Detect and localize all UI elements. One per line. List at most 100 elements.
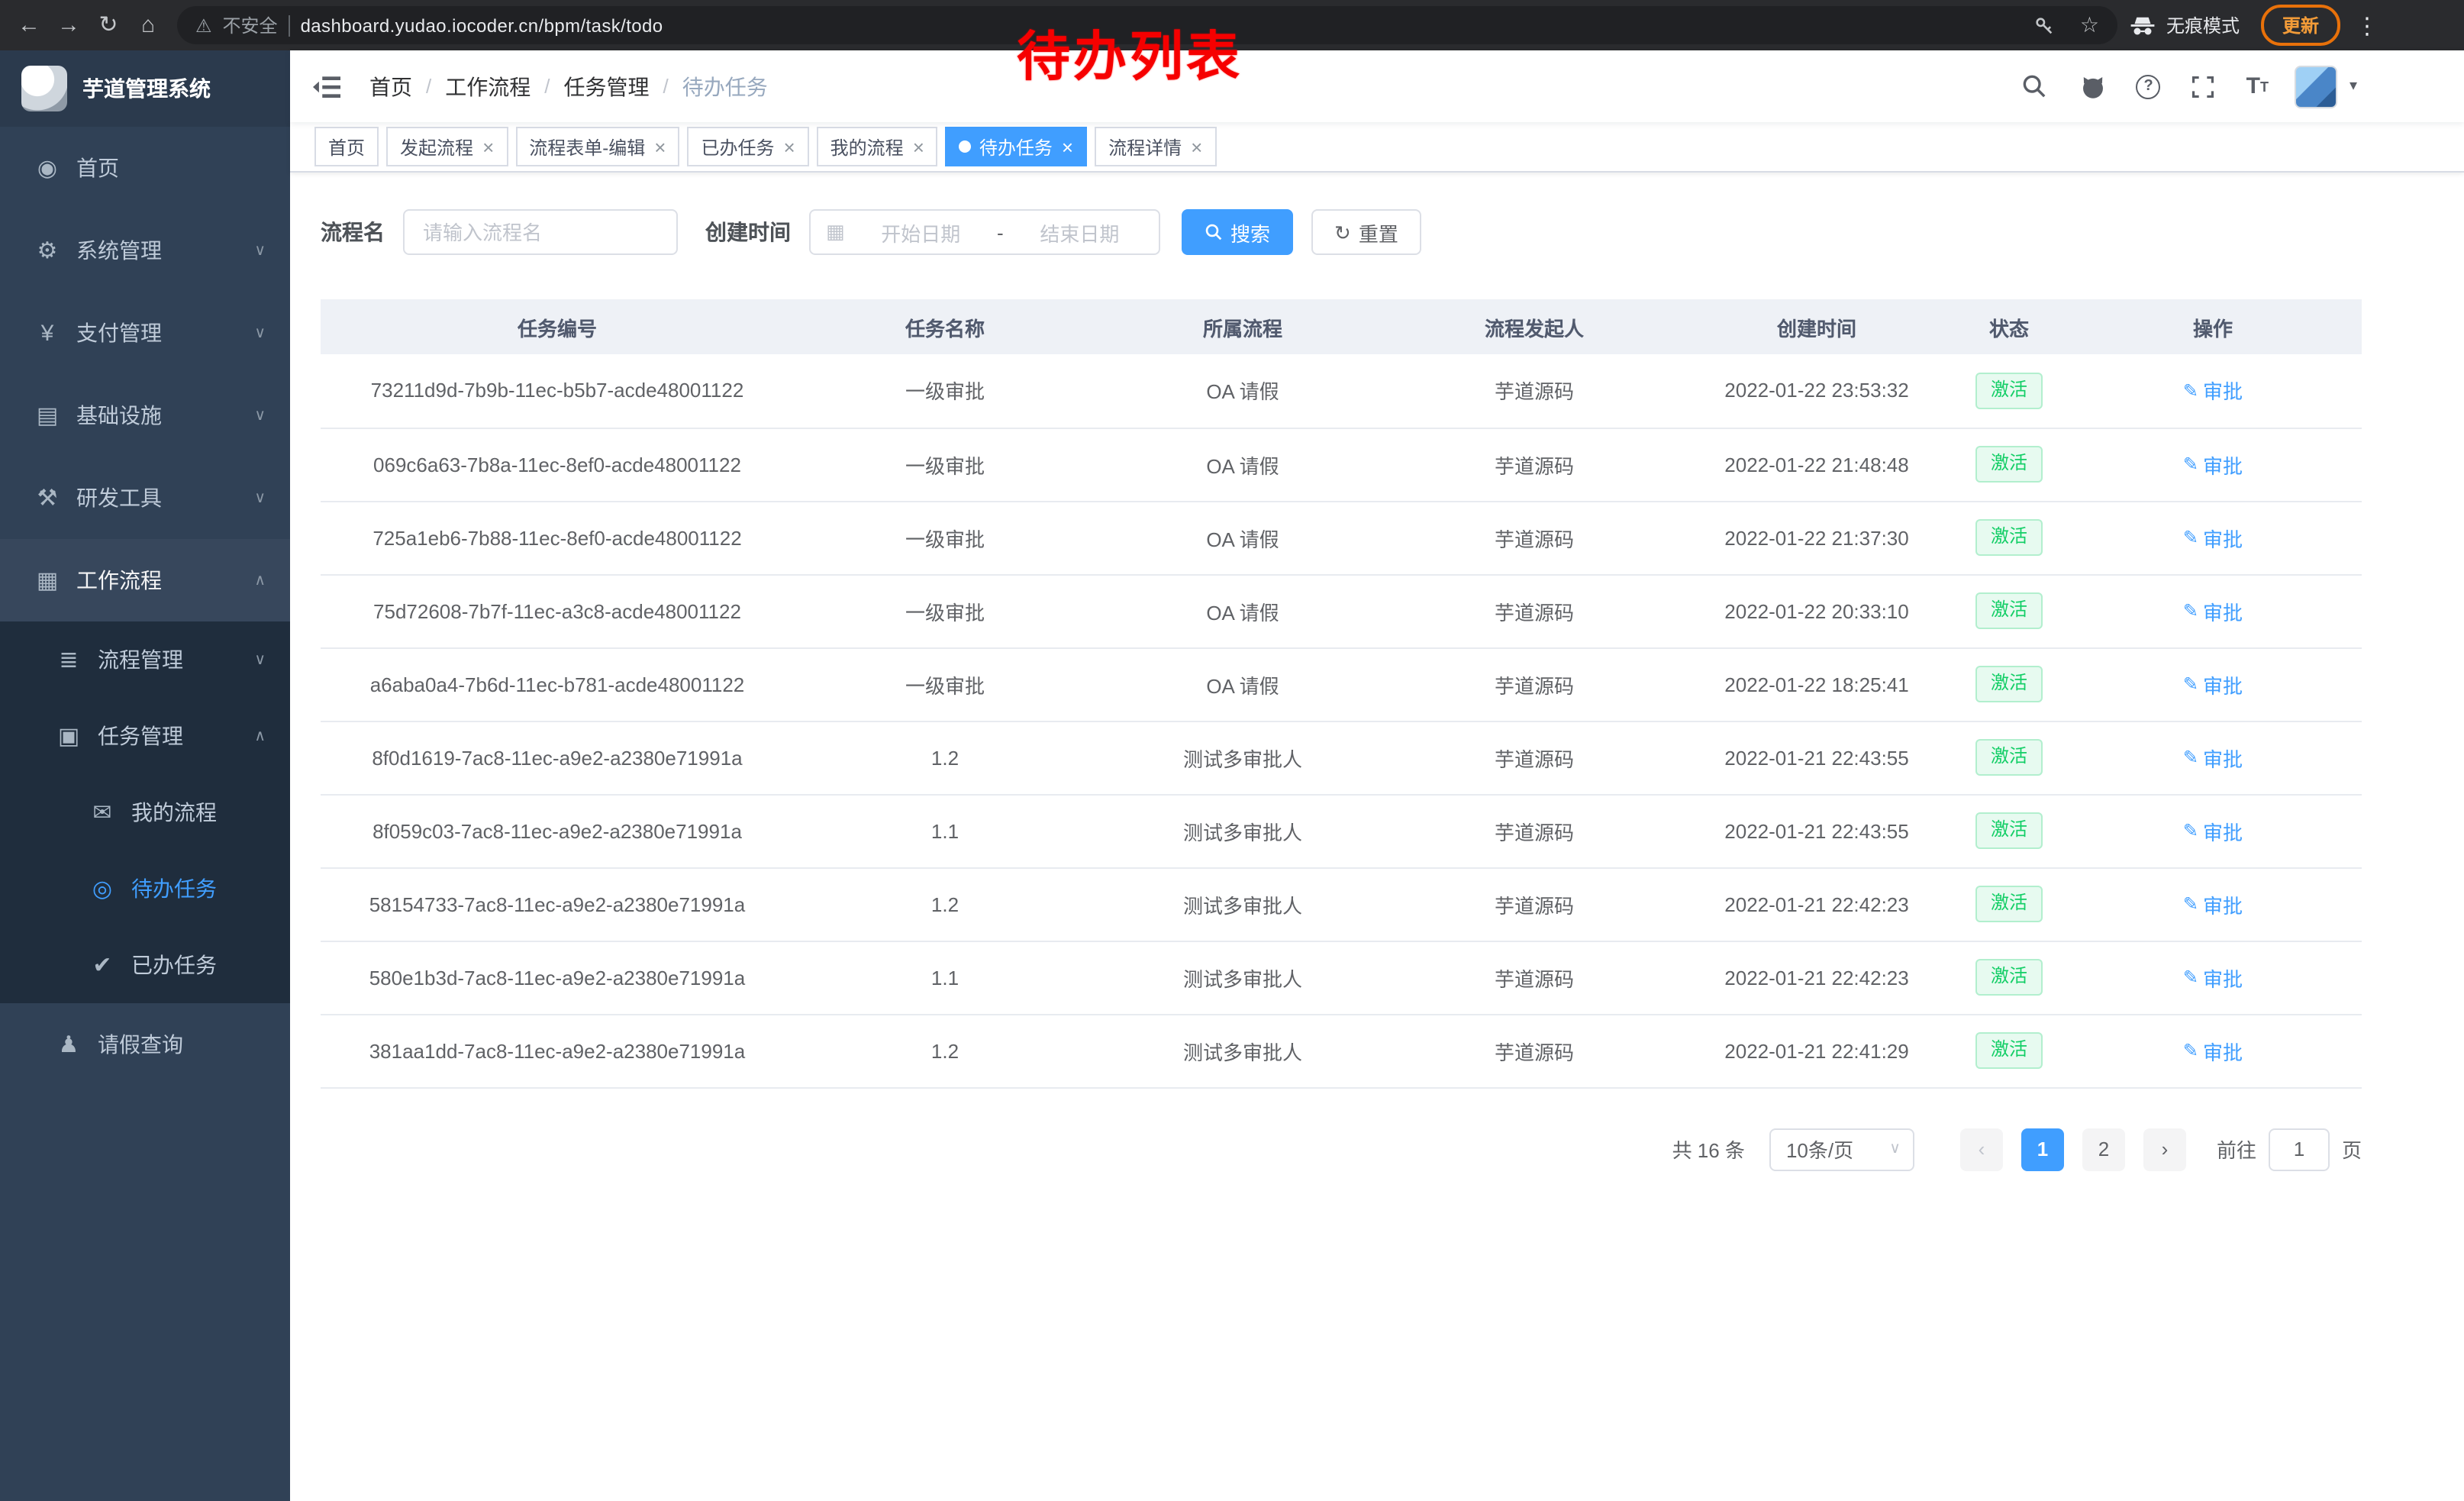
approve-link[interactable]: ✎ 审批 [2183, 596, 2243, 625]
cell-actions: ✎ 审批 [2064, 721, 2362, 794]
sidebar-item-workflow[interactable]: ▦ 工作流程 ∧ [0, 539, 290, 621]
reload-button[interactable]: ↻ [89, 5, 128, 45]
cell-actions: ✎ 审批 [2064, 354, 2362, 428]
date-range-picker[interactable]: ▦ 开始日期 - 结束日期 [809, 209, 1160, 255]
sidebar-item-payment-management[interactable]: ¥ 支付管理 ∨ [0, 292, 290, 374]
update-button[interactable]: 更新 [2261, 5, 2340, 46]
search-icon[interactable] [2017, 69, 2051, 103]
back-button[interactable]: ← [9, 5, 49, 45]
tab-home[interactable]: 首页 [314, 127, 379, 166]
table-row: a6aba0a4-7b6d-11ec-b781-acde48001122 一级审… [321, 647, 2362, 721]
help-icon[interactable]: ? [2137, 74, 2161, 98]
sidebar-item-home[interactable]: ◉ 首页 [0, 127, 290, 209]
tab-process-detail[interactable]: 流程详情 × [1095, 127, 1216, 166]
hamburger-icon[interactable] [311, 71, 345, 102]
sidebar-item-process-management[interactable]: ≣ 流程管理 ∨ [0, 621, 290, 698]
goto-page-input[interactable] [2269, 1128, 2330, 1170]
cell-task-id: a6aba0a4-7b6d-11ec-b781-acde48001122 [321, 647, 794, 721]
status-badge: 激活 [1975, 446, 2043, 482]
sidebar-item-leave-query[interactable]: ♟ 请假查询 [0, 1003, 290, 1086]
sidebar-item-dev-tools[interactable]: ⚒ 研发工具 ∨ [0, 457, 290, 539]
create-time-label: 创建时间 [705, 217, 791, 247]
tab-process-form-edit[interactable]: 流程表单-编辑 × [515, 127, 679, 166]
status-badge: 激活 [1975, 373, 2043, 408]
cell-process: OA 请假 [1096, 428, 1389, 501]
breadcrumb-item-workflow[interactable]: 工作流程 [445, 71, 531, 102]
github-icon[interactable] [2077, 69, 2111, 103]
page-button-2[interactable]: 2 [2082, 1128, 2125, 1170]
cell-initiator: 芋道源码 [1389, 867, 1679, 941]
cell-task-name: 1.1 [794, 941, 1096, 1014]
sidebar-item-my-processes[interactable]: ✉ 我的流程 [0, 774, 290, 851]
approve-link[interactable]: ✎ 审批 [2183, 376, 2243, 405]
approve-link-label: 审批 [2203, 376, 2243, 405]
status-badge: 激活 [1975, 519, 2043, 555]
breadcrumb-item-home[interactable]: 首页 [369, 71, 412, 102]
sidebar-item-infrastructure[interactable]: ▤ 基础设施 ∨ [0, 374, 290, 457]
page-size-select[interactable]: 10条/页 ∨ [1769, 1128, 1914, 1170]
close-icon[interactable]: × [1062, 137, 1073, 157]
page-button-1[interactable]: 1 [2021, 1128, 2064, 1170]
sidebar-item-system-management[interactable]: ⚙ 系统管理 ∨ [0, 209, 290, 292]
reset-button-label: 重置 [1359, 218, 1398, 247]
tab-label: 流程详情 [1108, 134, 1182, 160]
bookmark-star-icon[interactable]: ☆ [2080, 12, 2099, 38]
col-task-id: 任务编号 [321, 299, 794, 354]
sidebar-item-todo-tasks[interactable]: ◎ 待办任务 [0, 851, 290, 927]
incognito-icon [2130, 15, 2156, 36]
status-badge: 激活 [1975, 886, 2043, 922]
omnibox[interactable]: ⚠ 不安全 dashboard.yudao.iocoder.cn/bpm/tas… [177, 6, 2117, 44]
approve-link[interactable]: ✎ 审批 [2183, 816, 2243, 845]
edit-icon: ✎ [2183, 820, 2198, 841]
forward-button[interactable]: → [49, 5, 89, 45]
table-row: 725a1eb6-7b88-11ec-8ef0-acde48001122 一级审… [321, 501, 2362, 574]
security-label[interactable]: 不安全 [223, 12, 278, 38]
close-icon[interactable]: × [654, 137, 666, 157]
browser-menu-icon[interactable]: ⋮ [2356, 11, 2379, 39]
cell-actions: ✎ 审批 [2064, 1014, 2362, 1087]
sidebar-item-done-tasks[interactable]: ✔ 已办任务 [0, 927, 290, 1003]
cell-create-time: 2022-01-22 20:33:10 [1679, 574, 1954, 647]
close-icon[interactable]: × [913, 137, 924, 157]
tab-initiate-process[interactable]: 发起流程 × [386, 127, 508, 166]
sidebar-item-task-management[interactable]: ▣ 任务管理 ∧ [0, 698, 290, 774]
password-key-icon[interactable] [2028, 8, 2062, 42]
prev-page-button[interactable]: ‹ [1960, 1128, 2003, 1170]
url-text[interactable]: dashboard.yudao.iocoder.cn/bpm/task/todo [301, 15, 663, 36]
app-logo[interactable]: 芋道管理系统 [0, 50, 290, 127]
user-menu[interactable]: ▾ [2295, 65, 2357, 108]
tab-done-tasks[interactable]: 已办任务 × [687, 127, 808, 166]
process-name-input[interactable] [403, 209, 678, 255]
close-icon[interactable]: × [783, 137, 795, 157]
tab-todo-tasks[interactable]: 待办任务 × [946, 127, 1087, 166]
approve-link-label: 审批 [2203, 450, 2243, 479]
avatar[interactable] [2295, 65, 2337, 108]
next-page-button[interactable]: › [2143, 1128, 2186, 1170]
cell-task-id: 8f059c03-7ac8-11ec-a9e2-a2380e71991a [321, 794, 794, 867]
cell-task-name: 一级审批 [794, 501, 1096, 574]
search-button[interactable]: 搜索 [1182, 209, 1293, 255]
fullscreen-icon[interactable] [2187, 69, 2221, 103]
approve-link[interactable]: ✎ 审批 [2183, 450, 2243, 479]
font-size-icon[interactable]: TT [2246, 75, 2269, 98]
reset-button[interactable]: ↻ 重置 [1311, 209, 1421, 255]
approve-link[interactable]: ✎ 审批 [2183, 1036, 2243, 1065]
approve-link[interactable]: ✎ 审批 [2183, 889, 2243, 918]
tab-my-processes[interactable]: 我的流程 × [817, 127, 938, 166]
home-button[interactable]: ⌂ [128, 5, 168, 45]
sidebar-item-label: 待办任务 [131, 873, 217, 904]
approve-link[interactable]: ✎ 审批 [2183, 670, 2243, 699]
page-content: 流程名 创建时间 ▦ 开始日期 - 结束日期 [290, 173, 2464, 1501]
close-icon[interactable]: × [482, 137, 494, 157]
approve-link[interactable]: ✎ 审批 [2183, 743, 2243, 772]
approve-link[interactable]: ✎ 审批 [2183, 963, 2243, 992]
goto-label: 前往 [2217, 1135, 2256, 1164]
breadcrumb-item-task-management[interactable]: 任务管理 [564, 71, 650, 102]
tab-label: 首页 [328, 134, 365, 160]
table-row: 381aa1dd-7ac8-11ec-a9e2-a2380e71991a 1.2… [321, 1014, 2362, 1087]
close-icon[interactable]: × [1191, 137, 1202, 157]
approve-link[interactable]: ✎ 审批 [2183, 523, 2243, 552]
cell-initiator: 芋道源码 [1389, 721, 1679, 794]
cell-task-name: 一级审批 [794, 354, 1096, 428]
user-icon: ♟ [55, 1031, 82, 1058]
